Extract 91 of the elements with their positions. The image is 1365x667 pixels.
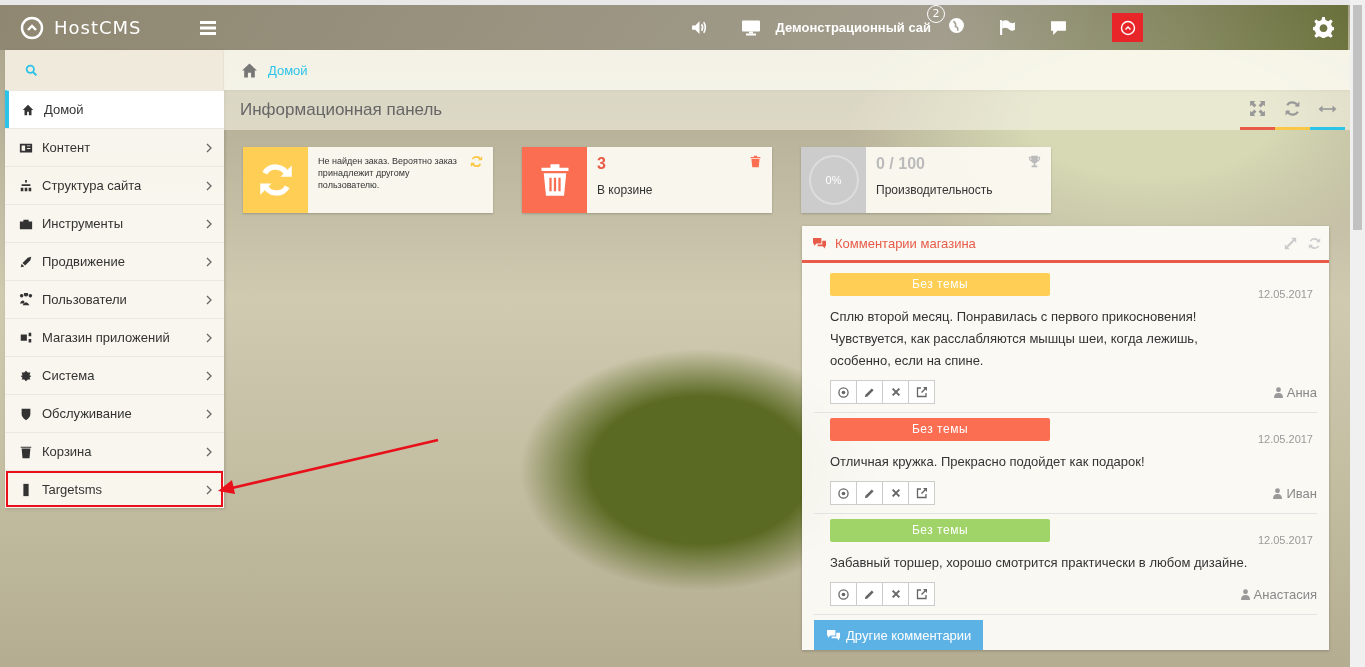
sidebar-item[interactable]: Targetsms — [5, 470, 224, 508]
stat-label: В корзине — [597, 183, 654, 197]
comment-text: Отличная кружка. Прекрасно подойдет как подарок! — [830, 453, 1146, 471]
notice-text: Не найден заказ. Вероятно заказ принадлежит другому пользователю. — [318, 155, 458, 192]
delete-button[interactable] — [882, 582, 909, 606]
close-icon — [890, 589, 901, 599]
user-icon — [1240, 588, 1250, 600]
delete-button[interactable] — [882, 380, 909, 404]
external-link-icon — [915, 588, 928, 600]
stat-value: 0 / 100 — [876, 155, 926, 173]
logo-text: HostCMS — [54, 17, 142, 38]
external-link-icon — [915, 386, 928, 398]
view-button[interactable] — [830, 582, 857, 606]
refresh-icon — [1284, 100, 1301, 117]
eye-icon — [838, 386, 849, 398]
scrollbar-thumb[interactable] — [1353, 5, 1362, 230]
close-icon — [890, 488, 901, 498]
close-icon — [890, 387, 901, 397]
flag-icon[interactable] — [999, 19, 1016, 36]
chevron-icon — [206, 142, 212, 153]
comments-icon — [812, 236, 827, 250]
trash-icon — [749, 155, 762, 168]
comments-icon — [826, 628, 841, 642]
view-button[interactable] — [830, 481, 857, 505]
chevron-icon — [206, 294, 212, 305]
chevron-icon — [206, 332, 212, 343]
eye-icon — [838, 588, 849, 600]
refresh-icon — [470, 155, 483, 168]
pencil-icon — [864, 386, 875, 398]
fullscreen-icon — [1249, 100, 1266, 117]
sidebar-item[interactable]: Система — [5, 356, 224, 394]
stat-value: 3 — [597, 155, 607, 173]
logo-icon — [20, 15, 44, 40]
topic-label: Без темы — [830, 418, 1050, 441]
stat-label: Производительность — [876, 183, 994, 197]
comment-author: Анна — [1273, 384, 1317, 400]
comment-author: Иван — [1273, 485, 1317, 501]
trophy-icon — [1028, 155, 1041, 168]
refresh-icon — [257, 162, 294, 198]
comment-date: 12.05.2017 — [1257, 433, 1313, 445]
speaker-icon[interactable] — [690, 19, 708, 36]
comment-text: Забавный торшер, хорошо смотрится практически в любом дизайне. — [830, 554, 1249, 572]
sidebar-item[interactable]: Инструменты — [5, 204, 224, 242]
sidebar-item[interactable]: Обслуживание — [5, 394, 224, 432]
edit-button[interactable] — [856, 481, 883, 505]
external-link-icon — [915, 487, 928, 499]
edit-button[interactable] — [856, 582, 883, 606]
edit-button[interactable] — [856, 380, 883, 404]
search-field[interactable] — [5, 50, 224, 90]
sidebar-item[interactable]: Продвижение — [5, 242, 224, 280]
sidebar-item[interactable]: Пользователи — [5, 280, 224, 318]
page-title: Информационная панель — [240, 100, 444, 120]
chevron-icon — [206, 256, 212, 267]
search-icon — [25, 63, 38, 77]
sidebar-item[interactable]: Магазин приложений — [5, 318, 224, 356]
pencil-icon — [864, 487, 875, 499]
open-link-button[interactable] — [908, 380, 935, 404]
sidebar-item[interactable]: Структура сайта — [5, 166, 224, 204]
open-link-button[interactable] — [908, 481, 935, 505]
eye-icon — [838, 487, 849, 499]
user-icon — [1273, 386, 1283, 398]
chat-icon[interactable] — [1050, 19, 1067, 36]
chevron-up-icon — [1119, 19, 1136, 36]
delete-button[interactable] — [882, 481, 909, 505]
panel-title: Комментарии магазина — [835, 235, 977, 251]
comment-text: Сплю второй месяц. Понравилась с первого прикосновения! Чувствуется, как расслабляются мышцы шеи, когда лежишь, особенно, если на спине. — [830, 308, 1199, 370]
chevron-icon — [206, 218, 212, 229]
view-button[interactable] — [830, 380, 857, 404]
double-arrow-icon — [1318, 103, 1337, 114]
open-link-button[interactable] — [908, 582, 935, 606]
settings-icon[interactable] — [1313, 17, 1334, 38]
chevron-icon — [206, 484, 212, 495]
chevron-icon — [206, 446, 212, 457]
sidebar-item[interactable]: Домой — [5, 90, 224, 128]
scrollbar[interactable] — [1350, 0, 1365, 667]
topic-label: Без темы — [830, 519, 1050, 542]
topic-label: Без темы — [830, 273, 1050, 296]
sidebar-item[interactable]: Контент — [5, 128, 224, 166]
user-icon — [1273, 487, 1283, 499]
pencil-icon — [864, 588, 875, 600]
chevron-icon — [206, 408, 212, 419]
comment-date: 12.05.2017 — [1257, 288, 1313, 300]
scroll-up-button[interactable] — [1112, 13, 1143, 42]
comment-date: 12.05.2017 — [1257, 534, 1313, 546]
comment-author: Анастасия — [1240, 586, 1317, 602]
monitor-icon[interactable] — [741, 19, 760, 36]
chevron-icon — [206, 370, 212, 381]
chevron-icon — [206, 180, 212, 191]
home-icon — [241, 61, 258, 79]
menu-icon[interactable] — [200, 20, 216, 35]
sidebar-item[interactable]: Корзина — [5, 432, 224, 470]
